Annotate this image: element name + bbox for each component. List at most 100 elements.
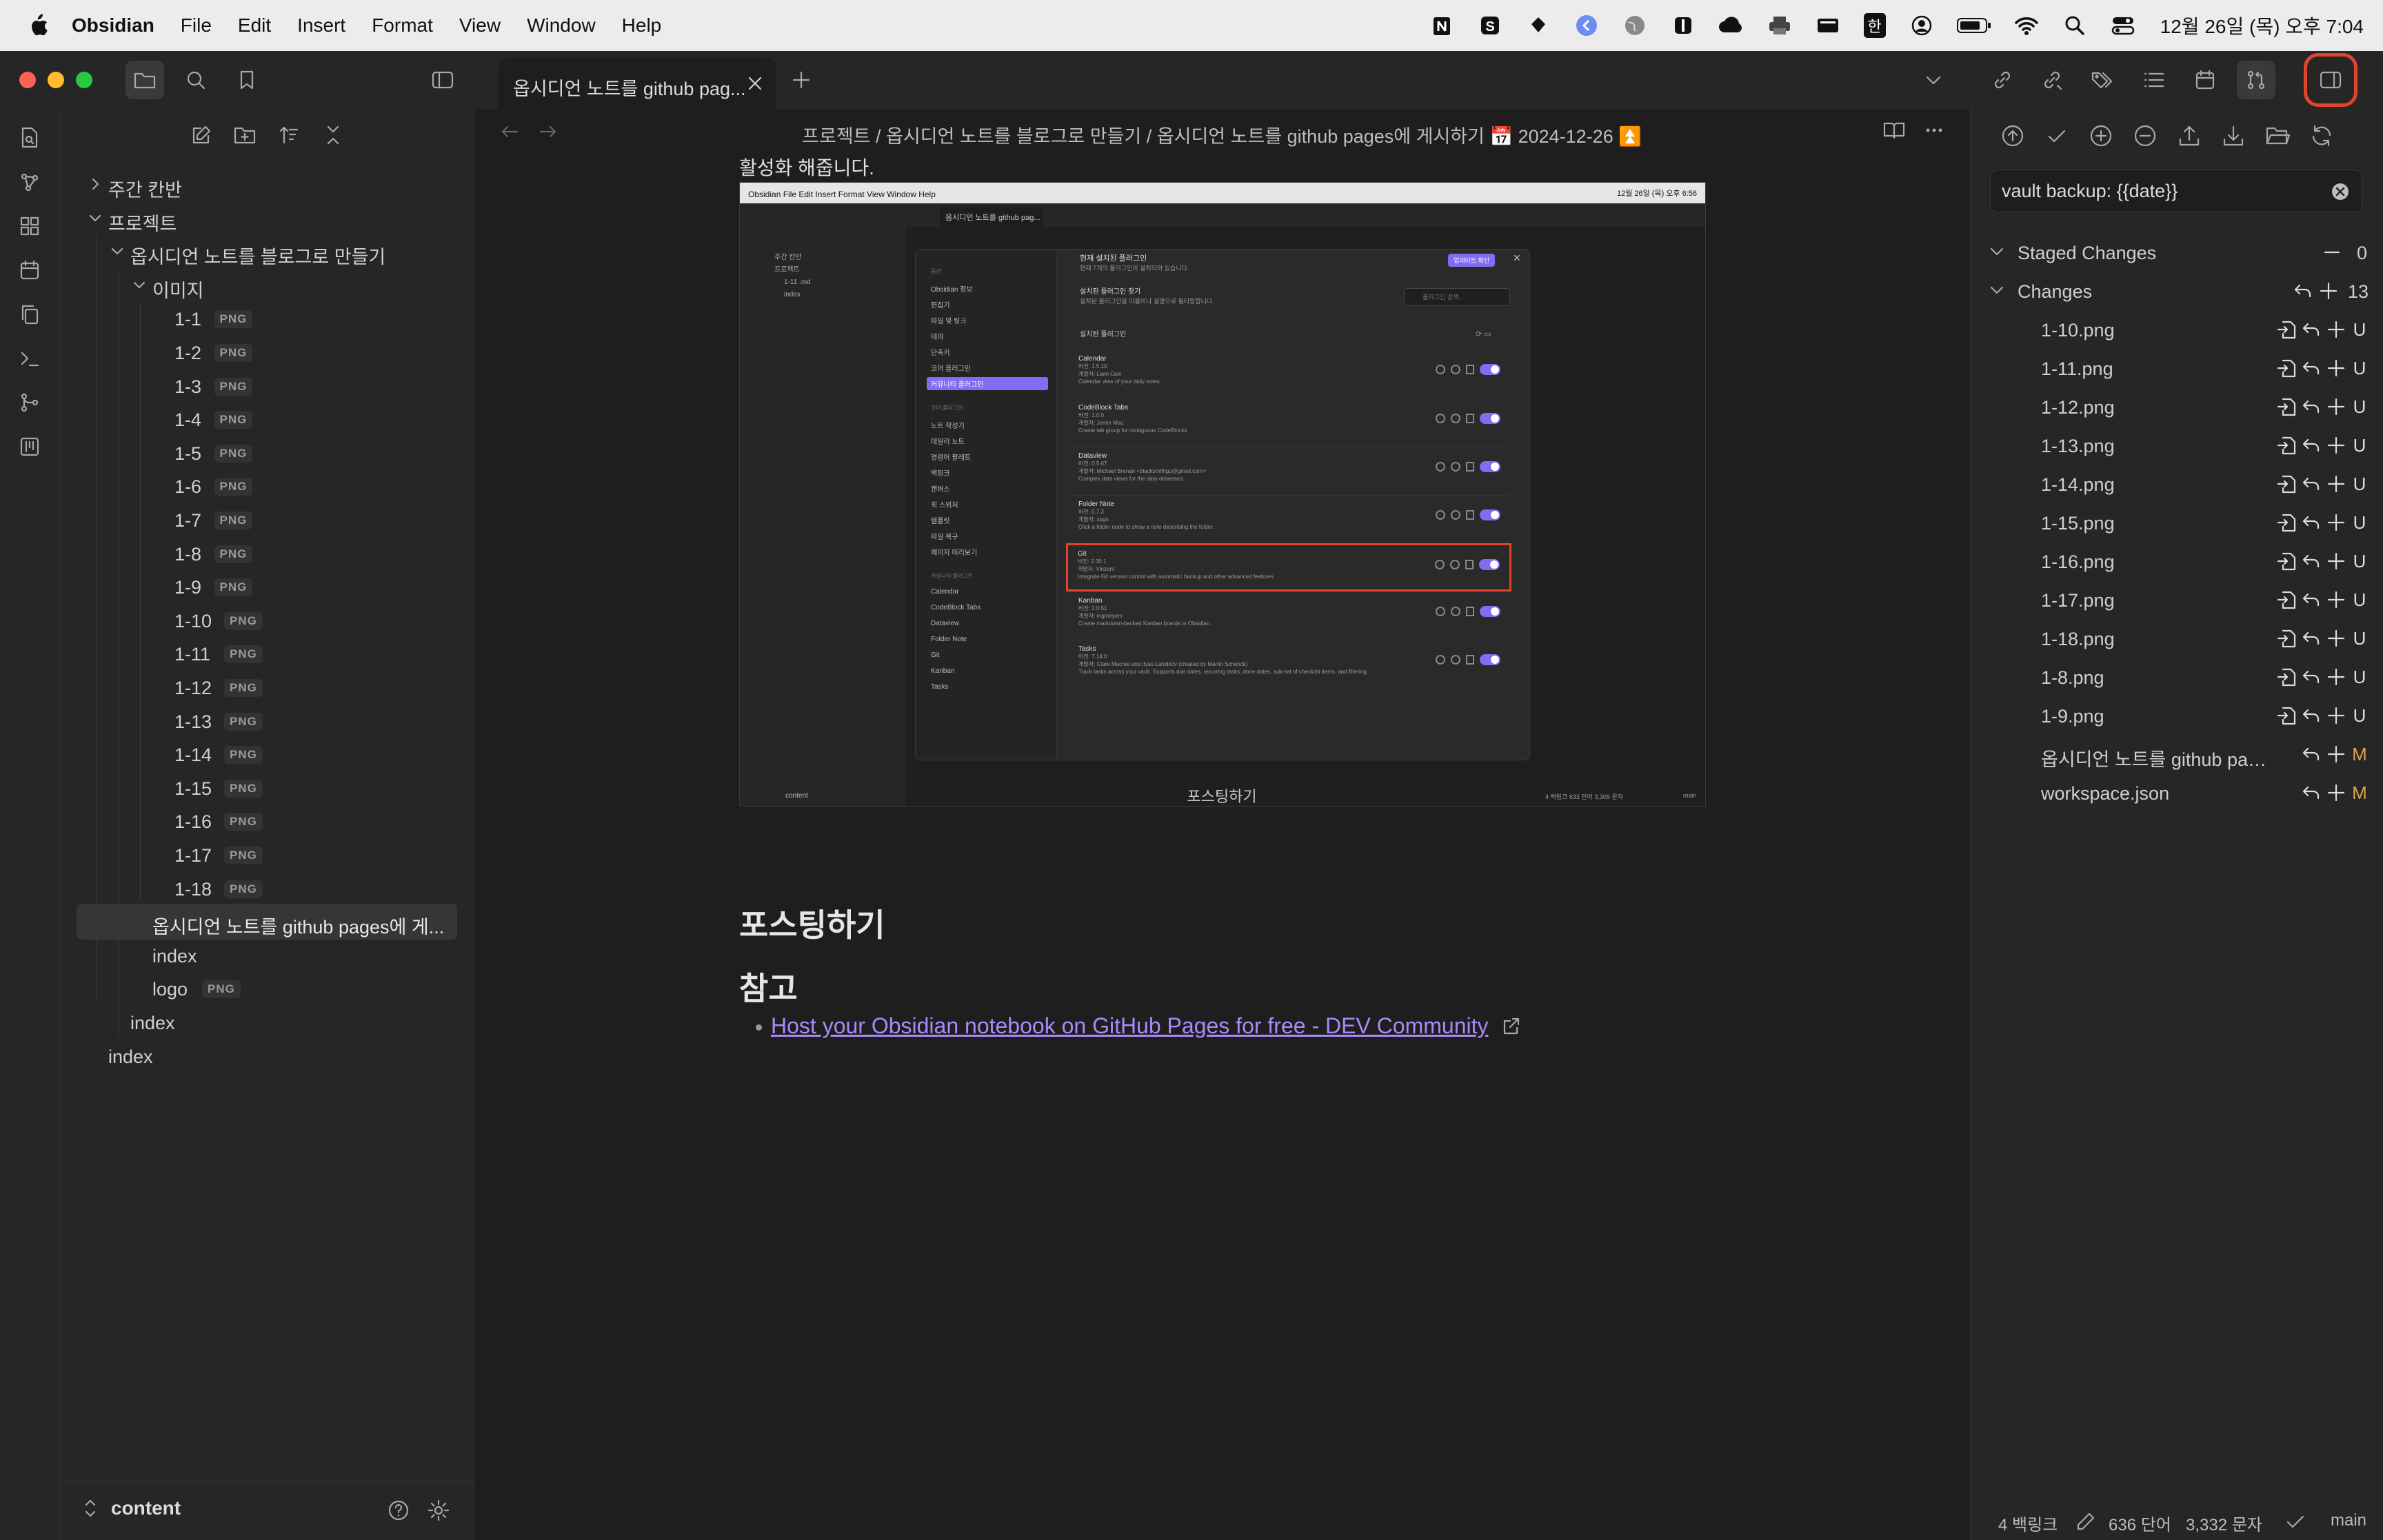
- toggle-right-sidebar-button[interactable]: [2304, 53, 2357, 107]
- git-branch-name[interactable]: main: [2331, 1511, 2366, 1530]
- tree-file[interactable]: 1-14 PNG: [77, 736, 457, 772]
- tab-active-note[interactable]: 옵시디언 노트를 github pag...: [498, 58, 776, 109]
- changed-file-row[interactable]: 1-10.png U: [1984, 312, 2369, 347]
- mini-nav-item[interactable]: 템플릿: [927, 514, 1048, 527]
- mini-nav-item[interactable]: 테마: [927, 330, 1048, 343]
- pencil-icon[interactable]: [2075, 1511, 2096, 1532]
- unstage-all-minus-icon[interactable]: [2323, 244, 2341, 261]
- discard-change-icon[interactable]: [2301, 627, 2322, 649]
- upload-icon[interactable]: [2176, 123, 2202, 149]
- wifi-icon[interactable]: [2011, 10, 2042, 41]
- changed-file-row[interactable]: workspace.json M: [1984, 775, 2369, 811]
- vault-switcher[interactable]: content: [83, 1497, 181, 1519]
- discard-change-icon[interactable]: [2301, 473, 2322, 495]
- quick-switcher-button[interactable]: [14, 123, 45, 153]
- files-view-button[interactable]: [125, 61, 164, 99]
- discard-change-icon[interactable]: [2301, 743, 2322, 765]
- mini-nav-item[interactable]: 커뮤니티 플러그인: [927, 571, 1048, 581]
- open-file-icon[interactable]: [2276, 705, 2297, 727]
- changed-file-row[interactable]: 옵시디언 노트를 github pag... M: [1984, 736, 2369, 772]
- download-icon[interactable]: [2220, 123, 2246, 149]
- mini-nav-item[interactable]: CodeBlock Tabs: [927, 602, 1048, 613]
- mini-nav-item[interactable]: 코어 플러그인: [927, 403, 1048, 413]
- discard-change-icon[interactable]: [2301, 396, 2322, 418]
- close-tab-icon[interactable]: [746, 74, 764, 92]
- stage-file-plus-icon[interactable]: [2326, 627, 2346, 649]
- changed-file-row[interactable]: 1-16.png U: [1984, 543, 2369, 579]
- graph-view-button[interactable]: [14, 167, 45, 197]
- discard-change-icon[interactable]: [2301, 589, 2322, 611]
- changed-file-row[interactable]: 1-18.png U: [1984, 620, 2369, 656]
- open-file-icon[interactable]: [2276, 318, 2297, 341]
- mini-nav-item[interactable]: 노트 작성기: [927, 418, 1048, 432]
- command-palette-button[interactable]: [14, 343, 45, 374]
- discard-change-icon[interactable]: [2301, 511, 2322, 534]
- mini-nav-item[interactable]: 코어 플러그인: [927, 361, 1048, 374]
- tree-folder[interactable]: 주간 칸반: [77, 167, 457, 203]
- open-file-icon[interactable]: [2276, 589, 2297, 611]
- new-folder-button[interactable]: [225, 116, 264, 154]
- printer-icon[interactable]: [1764, 10, 1795, 41]
- mini-nav-item[interactable]: 페이지 미리보기: [927, 545, 1048, 558]
- templates-button[interactable]: [14, 299, 45, 330]
- help-icon[interactable]: [387, 1499, 410, 1522]
- mini-close-icon[interactable]: ✕: [1513, 252, 1521, 264]
- tree-file[interactable]: 1-8 PNG: [77, 536, 457, 571]
- arc-icon[interactable]: [1571, 10, 1602, 41]
- mini-gear-icon[interactable]: [1436, 462, 1445, 472]
- mini-plus-icon[interactable]: [1451, 365, 1460, 374]
- changes-header[interactable]: Changes 13: [1984, 273, 2369, 309]
- outline-view-button[interactable]: [2135, 61, 2173, 99]
- outgoing-links-button[interactable]: [2033, 61, 2071, 99]
- menu-edit[interactable]: Edit: [238, 14, 271, 37]
- mini-plus-icon[interactable]: [1451, 510, 1460, 520]
- refresh-icon[interactable]: [2309, 123, 2335, 149]
- unstage-all-icon[interactable]: [2132, 123, 2158, 149]
- tree-file[interactable]: 1-5 PNG: [77, 435, 457, 471]
- toggle-left-sidebar-button[interactable]: [423, 61, 462, 99]
- mini-nav-item[interactable]: Dataview: [927, 618, 1048, 629]
- tree-file[interactable]: 1-15 PNG: [77, 770, 457, 806]
- commit-check-icon[interactable]: [2044, 123, 2070, 149]
- mini-nav-item[interactable]: 백링크: [927, 466, 1048, 479]
- stage-file-plus-icon[interactable]: [2326, 396, 2346, 418]
- mini-toggle-switch[interactable]: [1480, 461, 1500, 472]
- tree-file[interactable]: 1-12 PNG: [77, 669, 457, 705]
- source-control-view-button[interactable]: [2237, 61, 2275, 99]
- globe-icon[interactable]: [1620, 10, 1650, 41]
- open-file-icon[interactable]: [2276, 434, 2297, 456]
- mini-reload-icons[interactable]: ⟳ ▭: [1476, 330, 1491, 338]
- mini-toggle-switch[interactable]: [1480, 654, 1500, 665]
- menu-help[interactable]: Help: [622, 14, 662, 37]
- s-app-icon[interactable]: S: [1475, 10, 1505, 41]
- screen-icon[interactable]: [1813, 10, 1843, 41]
- new-note-button[interactable]: [182, 116, 221, 154]
- stage-file-plus-icon[interactable]: [2326, 357, 2346, 379]
- stage-file-plus-icon[interactable]: [2326, 511, 2346, 534]
- user-icon[interactable]: [1907, 10, 1937, 41]
- tree-file[interactable]: 1-16 PNG: [77, 803, 457, 839]
- open-file-icon[interactable]: [2276, 473, 2297, 495]
- mini-gear-icon[interactable]: [1436, 365, 1445, 374]
- discard-change-icon[interactable]: [2301, 550, 2322, 572]
- stage-file-plus-icon[interactable]: [2326, 589, 2346, 611]
- mini-gear-icon[interactable]: [1436, 510, 1445, 520]
- zoom-window-button[interactable]: [76, 72, 92, 88]
- mini-gear-icon[interactable]: [1435, 560, 1445, 569]
- menu-file[interactable]: File: [181, 14, 212, 37]
- changed-file-row[interactable]: 1-15.png U: [1984, 505, 2369, 540]
- battery-icon[interactable]: [1955, 10, 1993, 41]
- search-view-button[interactable]: [177, 61, 215, 99]
- mini-plus-icon[interactable]: [1450, 560, 1460, 569]
- discard-change-icon[interactable]: [2301, 357, 2322, 379]
- close-window-button[interactable]: [19, 72, 36, 88]
- stage-file-plus-icon[interactable]: [2326, 705, 2346, 727]
- commit-message-input[interactable]: [1990, 170, 2362, 212]
- tree-file[interactable]: 1-10 PNG: [77, 602, 457, 638]
- app-menu[interactable]: Obsidian: [72, 14, 154, 37]
- mini-search-input[interactable]: 플러그인 검색...: [1404, 288, 1510, 306]
- stage-file-plus-icon[interactable]: [2326, 473, 2346, 495]
- stage-file-plus-icon[interactable]: [2326, 434, 2346, 456]
- mini-nav-item[interactable]: 옵션: [927, 266, 1048, 276]
- tree-folder[interactable]: 옵시디언 노트를 블로그로 만들기: [77, 234, 457, 270]
